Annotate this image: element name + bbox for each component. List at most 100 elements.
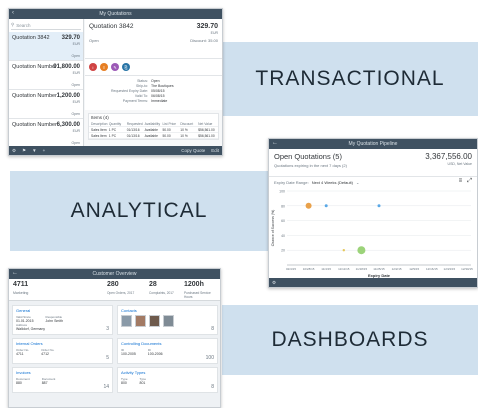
notes-icon[interactable]: ✎ bbox=[111, 63, 119, 71]
list-item[interactable]: Quotation Number 6,300.00 EUR Open bbox=[9, 119, 83, 148]
data-point bbox=[305, 202, 312, 209]
edit-button[interactable]: Edit bbox=[211, 148, 219, 153]
avatar[interactable] bbox=[121, 315, 132, 327]
add-icon[interactable]: + bbox=[43, 148, 46, 153]
avatar[interactable] bbox=[149, 315, 160, 327]
items-table: Items (4) Description Quantity Requested Av… bbox=[88, 113, 219, 140]
quotation-detail: Quotation 3842 329.70 EUR Discount: 35.0… bbox=[85, 19, 222, 146]
x-tick-label: 12/16/15 bbox=[426, 267, 438, 271]
transactional-label: TRANSACTIONAL bbox=[255, 67, 445, 90]
y-axis-label: Chance of Success (%) bbox=[271, 210, 275, 247]
detail-discount: Discount: 35.00 bbox=[190, 38, 218, 43]
x-tick-label: 02/4/15 bbox=[286, 267, 296, 271]
y-tick-label: 60 bbox=[281, 219, 285, 223]
search-input[interactable]: ⚲ Search bbox=[11, 21, 81, 30]
flag-icon[interactable]: ⚑ bbox=[22, 148, 26, 154]
x-tick-label: 10/28/15 bbox=[303, 267, 315, 271]
window-footer: ⚙ ⚑ ▼ + Copy Quote Edit bbox=[9, 146, 222, 155]
window-footer: ⚙ bbox=[269, 278, 477, 287]
detail-status: Open bbox=[89, 38, 99, 43]
x-tick-label: 11/11/15 bbox=[338, 267, 350, 271]
x-tick-label: 11/25/15 bbox=[373, 267, 385, 271]
pipeline-total: 3,367,556.00 bbox=[425, 152, 472, 161]
activity-types-card[interactable]: Activity Types Type 800 Type 801 8 bbox=[117, 367, 218, 393]
analytical-band: ANALYTICAL bbox=[10, 171, 268, 251]
window-titlebar: ← Customer Overview bbox=[9, 269, 220, 279]
invoices-card[interactable]: Invoices Document 880 Document 887 14 bbox=[12, 367, 113, 393]
copy-quote-button[interactable]: Copy Quote bbox=[181, 148, 205, 153]
controlling-documents-card[interactable]: Controlling Documents ID 100-2005 ID 100-2… bbox=[117, 338, 218, 364]
kpi-label: Purchased Service Hours bbox=[184, 291, 211, 299]
x-tick-label: 12/2/15 bbox=[392, 267, 402, 271]
pipeline-header: Open Quotations (5) Quotations expiring … bbox=[269, 149, 477, 177]
table-row[interactable]: Sales Item 1 PC 01/13/16 Available 50.00 10 %… bbox=[89, 133, 218, 139]
collage: TRANSACTIONAL ANALYTICAL DASHBOARDS ‹ My… bbox=[0, 0, 478, 408]
filter-label: Expiry Date Range: bbox=[274, 179, 309, 185]
transactional-band: TRANSACTIONAL bbox=[222, 42, 478, 116]
detail-amount: 329.70 bbox=[196, 23, 218, 30]
x-tick-label: 11/18/15 bbox=[356, 267, 368, 271]
x-tick-label: 12/23/15 bbox=[444, 267, 456, 271]
kpi-header: 4711 Marketing 280 Open Orders, 2017 28 … bbox=[9, 279, 220, 301]
detail-tab-icons: i ≡ ✎ ⎘ bbox=[85, 59, 222, 76]
window-title: My Quotations bbox=[99, 11, 132, 17]
kpi-main-value: 4711 bbox=[13, 281, 29, 288]
y-tick-label: 40 bbox=[281, 234, 285, 238]
detail-header: Quotation 3842 329.70 EUR Discount: 35.0… bbox=[85, 19, 222, 59]
pipeline-subtitle: Quotations expiring in the next 7 days (… bbox=[274, 163, 347, 168]
contacts-card[interactable]: Contacts 8 bbox=[117, 305, 218, 335]
pipeline-currency: USD, Net Value bbox=[447, 162, 472, 166]
info-icon[interactable]: i bbox=[89, 63, 97, 71]
fullscreen-icon[interactable]: ⤢ bbox=[467, 178, 472, 185]
filter-icon[interactable]: ▼ bbox=[32, 148, 36, 153]
kpi-value: 28 bbox=[149, 281, 157, 288]
kpi-label: Open Orders, 2017 bbox=[107, 291, 135, 295]
back-icon[interactable]: ← bbox=[12, 270, 18, 276]
avatar[interactable] bbox=[135, 315, 146, 327]
data-point bbox=[377, 204, 381, 208]
data-point bbox=[357, 246, 366, 255]
data-point bbox=[342, 249, 345, 252]
window-titlebar: ← My Quotation Pipeline bbox=[269, 139, 477, 149]
list-item[interactable]: Quotation 3842 329.70 EUR Open bbox=[9, 32, 83, 61]
y-tick-label: 80 bbox=[281, 204, 285, 208]
kpi-main-label: Marketing bbox=[13, 291, 29, 295]
list-view-icon[interactable]: ≡ bbox=[459, 178, 463, 185]
transactional-window: ‹ My Quotations ⚲ Search Quotation 3842 … bbox=[8, 8, 223, 156]
window-title: Customer Overview bbox=[92, 271, 137, 277]
settings-icon[interactable]: ⚙ bbox=[12, 148, 16, 154]
window-title: My Quotation Pipeline bbox=[348, 141, 398, 147]
back-icon[interactable]: ‹ bbox=[12, 10, 14, 16]
y-tick-label: 20 bbox=[281, 249, 285, 253]
detail-currency: EUR bbox=[210, 31, 218, 35]
list-item[interactable]: Quotation Number 1,200.00 EUR Open bbox=[9, 90, 83, 119]
dashboards-band: DASHBOARDS bbox=[222, 305, 478, 375]
kpi-value: 1200h bbox=[184, 281, 204, 288]
filter-bar: Expiry Date Range: Next 4 Weeks (Default… bbox=[269, 177, 477, 187]
data-point bbox=[324, 204, 328, 208]
x-tick-label: 12/9/15 bbox=[409, 267, 419, 271]
list-item[interactable]: Quotation Number 91,800.00 EUR Open bbox=[9, 61, 83, 90]
items-icon[interactable]: ≡ bbox=[100, 63, 108, 71]
dashboards-window: ← Customer Overview 4711 Marketing 280 O… bbox=[8, 268, 221, 408]
internal-orders-card[interactable]: Internal Orders Order No. 4711 Order No. 4… bbox=[12, 338, 113, 364]
date-range-select[interactable]: Next 4 Weeks (Default) bbox=[312, 180, 353, 185]
x-tick-label: 11/4/15 bbox=[321, 267, 331, 271]
x-tick-label: 12/30/15 bbox=[461, 267, 473, 271]
y-tick-label: 100 bbox=[279, 190, 285, 194]
back-icon[interactable]: ← bbox=[272, 140, 278, 146]
kpi-label: Complaints, 2017 bbox=[149, 291, 174, 295]
analytical-window: ← My Quotation Pipeline Open Quotations … bbox=[268, 138, 478, 288]
scatter-chart: 20 40 60 80 100 02/4/15 10/28/15 11/4/15 11/11/1… bbox=[271, 190, 473, 279]
detail-form: Status: Open Ship-to: The Boutiques Reques… bbox=[85, 76, 222, 110]
analytical-label: ANALYTICAL bbox=[70, 199, 208, 222]
general-card[interactable]: General Valid Since 01.01.2015 Responsibl… bbox=[12, 305, 113, 335]
dashboards-label: DASHBOARDS bbox=[271, 328, 429, 351]
quotation-list: ⚲ Search Quotation 3842 329.70 EUR Open … bbox=[9, 19, 84, 148]
avatar[interactable] bbox=[163, 315, 174, 327]
settings-icon[interactable]: ⚙ bbox=[272, 280, 276, 286]
attachment-icon[interactable]: ⎘ bbox=[122, 63, 130, 71]
chevron-down-icon[interactable]: ⌄ bbox=[356, 180, 359, 185]
search-icon: ⚲ bbox=[11, 22, 15, 27]
items-table-title: Items (4) bbox=[91, 115, 109, 120]
